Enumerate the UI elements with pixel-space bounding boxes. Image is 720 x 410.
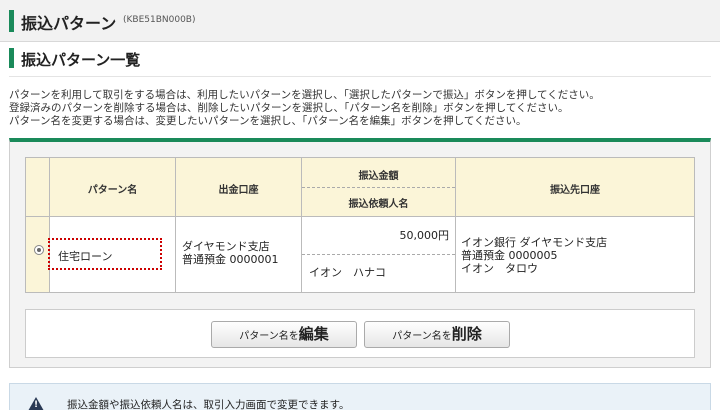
- source-account: 普通預金 0000001: [182, 253, 279, 266]
- screen-code: (KBE51BN000B): [123, 15, 196, 25]
- warning-icon: !: [28, 397, 44, 410]
- note-text: 振込金額や振込依頼人名は、取引入力画面で変更できます。: [67, 399, 350, 410]
- header-accent-bar: [9, 10, 14, 32]
- header-amount-requester: 振込金額 振込依頼人名: [302, 158, 455, 216]
- header-destination-label: 振込先口座: [550, 185, 600, 196]
- header-pattern-name: パターン名: [50, 158, 175, 216]
- delete-pattern-name-button[interactable]: パターン名を削除: [364, 321, 510, 348]
- pattern-table: パターン名 出金口座 振込金額 振込依頼人名 振込先口座 住宅ローン ダイヤモン…: [25, 157, 695, 293]
- delete-button-label: 削除: [451, 325, 482, 343]
- instructions: パターンを利用して取引をする場合は、利用したいパターンを選択し、「選択したパター…: [9, 89, 600, 128]
- requester-name: イオン ハナコ: [309, 266, 386, 279]
- source-branch: ダイヤモンド支店: [182, 240, 270, 253]
- pattern-name-highlight: 住宅ローン: [48, 238, 162, 270]
- header-source-account: 出金口座: [176, 158, 301, 216]
- header-source-account-label: 出金口座: [218, 185, 259, 196]
- dest-holder-name: イオン タロウ: [461, 262, 538, 275]
- edit-button-prefix: パターン名を: [239, 331, 299, 342]
- info-note: ! 振込金額や振込依頼人名は、取引入力画面で変更できます。: [9, 383, 711, 410]
- edit-button-label: 編集: [298, 325, 329, 343]
- button-area: パターン名を編集 パターン名を削除: [25, 309, 695, 358]
- row-divider: [26, 216, 694, 217]
- page-title: 振込パターン: [21, 14, 117, 33]
- header-destination: 振込先口座: [456, 158, 694, 216]
- section-accent-bar: [9, 48, 14, 68]
- section-title: 振込パターン一覧: [21, 51, 141, 69]
- header-requester-label: 振込依頼人名: [348, 199, 409, 210]
- pattern-panel: パターン名 出金口座 振込金額 振込依頼人名 振込先口座 住宅ローン ダイヤモン…: [9, 138, 711, 368]
- instruction-line: パターン名を変更する場合は、変更したいパターンを選択し、「パターン名を編集」ボタ…: [9, 115, 527, 127]
- dest-account: 普通預金 0000005: [461, 249, 558, 262]
- dest-bank-branch: イオン銀行 ダイヤモンド支店: [461, 236, 608, 249]
- header-pattern-name-label: パターン名: [87, 185, 138, 196]
- instruction-line: 登録済みのパターンを削除する場合は、削除したいパターンを選択し、「パターン名を削…: [9, 102, 569, 114]
- section-divider: [9, 76, 711, 77]
- delete-button-prefix: パターン名を: [392, 331, 452, 342]
- pattern-radio[interactable]: [34, 245, 44, 255]
- edit-pattern-name-button[interactable]: パターン名を編集: [211, 321, 357, 348]
- page-header: 振込パターン (KBE51BN000B): [0, 0, 720, 42]
- pattern-name: 住宅ローン: [58, 250, 113, 263]
- header-amount-label: 振込金額: [358, 171, 399, 182]
- transfer-amount: 50,000円: [399, 229, 450, 242]
- cell-dashed-divider: [302, 254, 455, 255]
- instruction-line: パターンを利用して取引をする場合は、利用したいパターンを選択し、「選択したパター…: [9, 89, 600, 101]
